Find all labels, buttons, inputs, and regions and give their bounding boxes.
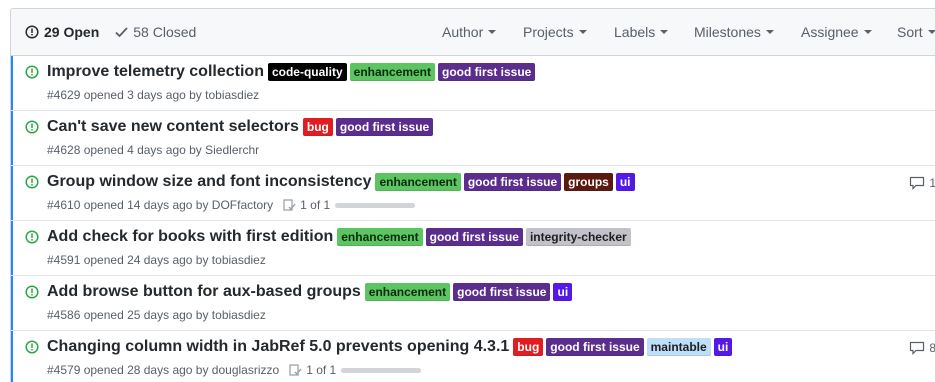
caret-down-icon <box>488 30 497 35</box>
issue-label[interactable]: code-quality <box>267 63 347 81</box>
unread-indicator <box>11 56 13 110</box>
caret-down-icon <box>863 30 872 35</box>
issue-title-line: Can't save new content selectors bug good … <box>47 118 436 136</box>
issue-label[interactable]: enhancement <box>337 228 423 246</box>
issue-label[interactable]: bug <box>302 118 333 136</box>
issue-title-link[interactable]: Group window size and font inconsistency <box>47 173 371 191</box>
issue-label[interactable]: ui <box>615 173 635 191</box>
issue-label[interactable]: good first issue <box>546 338 644 356</box>
task-progress: 1 of 1 <box>289 363 422 377</box>
issue-title-line: Group window size and font inconsistency… <box>47 173 638 191</box>
task-progress-fill <box>335 202 416 208</box>
issue-row[interactable]: Add check for books with first edition en… <box>11 221 935 276</box>
issue-title-line: Add browse button for aux-based groups en… <box>47 283 575 301</box>
comment-icon <box>909 176 925 190</box>
issue-opened-icon <box>25 285 39 304</box>
issue-label[interactable]: enhancement <box>349 63 436 81</box>
caret-down-icon <box>578 30 587 35</box>
caret-down-icon <box>660 30 669 35</box>
task-progress-text: 1 of 1 <box>306 363 337 377</box>
issue-opened-icon <box>25 340 39 359</box>
comment-count-text: 1 <box>929 176 935 190</box>
issue-opened-icon <box>25 120 39 139</box>
issue-label[interactable]: bug <box>513 338 544 356</box>
issue-label[interactable]: groups <box>564 173 613 191</box>
issue-meta: #4628 opened 4 days ago by Siedlerchr <box>47 143 259 157</box>
author-filter[interactable]: Author <box>442 24 497 40</box>
sort-filter[interactable]: Sort <box>897 24 935 40</box>
issue-meta-text: #4610 opened 14 days ago by DOFfactory <box>47 198 274 212</box>
issue-label[interactable]: good first issue <box>335 118 434 136</box>
issue-label[interactable]: good first issue <box>453 283 551 301</box>
issue-row[interactable]: Improve telemetry collection code-quality… <box>11 56 935 111</box>
task-progress-fill <box>341 367 422 373</box>
issue-label[interactable]: maintable <box>646 338 711 356</box>
issue-meta-text: #4579 opened 28 days ago by douglasrizzo <box>47 363 280 377</box>
filter-bar: Author Projects Labels Milestones Assign… <box>11 9 935 55</box>
issue-title-link[interactable]: Improve telemetry collection <box>47 63 264 81</box>
issue-rows: Improve telemetry collection code-quality… <box>11 56 935 382</box>
issue-row[interactable]: Group window size and font inconsistency… <box>11 166 935 221</box>
comment-count[interactable]: 8 <box>909 341 935 355</box>
unread-indicator <box>11 221 13 275</box>
unread-indicator <box>11 166 13 220</box>
task-progress: 1 of 1 <box>283 198 416 212</box>
issue-meta: #4586 opened 25 days ago by tobiasdiez <box>47 308 266 322</box>
issues-list-header: 29 Open 58 Closed Author Projects Labels… <box>11 9 935 56</box>
issue-meta-text: #4591 opened 24 days ago by tobiasdiez <box>47 253 266 267</box>
unread-indicator <box>11 331 13 382</box>
issue-row[interactable]: Can't save new content selectors bug good … <box>11 111 935 166</box>
issue-label[interactable]: good first issue <box>438 63 536 81</box>
assignee-filter[interactable]: Assignee <box>801 24 872 40</box>
issue-row[interactable]: Add browse button for aux-based groups en… <box>11 276 935 331</box>
issue-title-link[interactable]: Add check for books with first edition <box>47 228 333 246</box>
issue-title-line: Improve telemetry collection code-quality… <box>47 63 538 81</box>
projects-filter[interactable]: Projects <box>523 24 587 40</box>
issue-title-line: Changing column width in JabRef 5.0 prev… <box>47 338 735 356</box>
task-progress-text: 1 of 1 <box>300 198 331 212</box>
labels-filter[interactable]: Labels <box>614 24 669 40</box>
issue-meta: #4629 opened 3 days ago by tobiasdiez <box>47 88 259 102</box>
checklist-icon <box>283 199 296 211</box>
issue-title-link[interactable]: Add browse button for aux-based groups <box>47 283 361 301</box>
issue-title-link[interactable]: Changing column width in JabRef 5.0 prev… <box>47 338 509 356</box>
comment-icon <box>909 341 925 355</box>
issue-opened-icon <box>25 175 39 194</box>
issue-opened-icon <box>25 65 39 84</box>
issue-meta-text: #4586 opened 25 days ago by tobiasdiez <box>47 308 266 322</box>
task-progress-bar <box>341 367 422 373</box>
task-progress-bar <box>335 202 416 208</box>
comment-count[interactable]: 1 <box>909 176 935 190</box>
issue-label[interactable]: good first issue <box>463 173 562 191</box>
issue-label[interactable]: ui <box>713 338 733 356</box>
issue-title-link[interactable]: Can't save new content selectors <box>47 118 299 136</box>
unread-indicator <box>11 111 13 165</box>
issue-row[interactable]: Changing column width in JabRef 5.0 prev… <box>11 331 935 382</box>
issue-opened-icon <box>25 230 39 249</box>
caret-down-icon <box>765 30 774 35</box>
caret-down-icon <box>927 30 935 35</box>
issue-label[interactable]: ui <box>553 283 573 301</box>
unread-indicator <box>11 276 13 330</box>
issue-label[interactable]: enhancement <box>364 283 451 301</box>
issue-meta-text: #4628 opened 4 days ago by Siedlerchr <box>47 143 260 157</box>
issue-label[interactable]: integrity-checker <box>525 228 631 246</box>
milestones-filter[interactable]: Milestones <box>694 24 774 40</box>
issue-meta: #4591 opened 24 days ago by tobiasdiez <box>47 253 266 267</box>
issues-list-box: 29 Open 58 Closed Author Projects Labels… <box>10 8 935 382</box>
issue-label[interactable]: enhancement <box>375 173 461 191</box>
issue-meta: #4579 opened 28 days ago by douglasrizzo… <box>47 363 422 377</box>
issue-meta: #4610 opened 14 days ago by DOFfactory 1 … <box>47 198 416 212</box>
comment-count-text: 8 <box>929 341 935 355</box>
checklist-icon <box>289 364 302 376</box>
issue-title-line: Add check for books with first edition en… <box>47 228 634 246</box>
issue-meta-text: #4629 opened 3 days ago by tobiasdiez <box>47 88 260 102</box>
issue-label[interactable]: good first issue <box>425 228 523 246</box>
